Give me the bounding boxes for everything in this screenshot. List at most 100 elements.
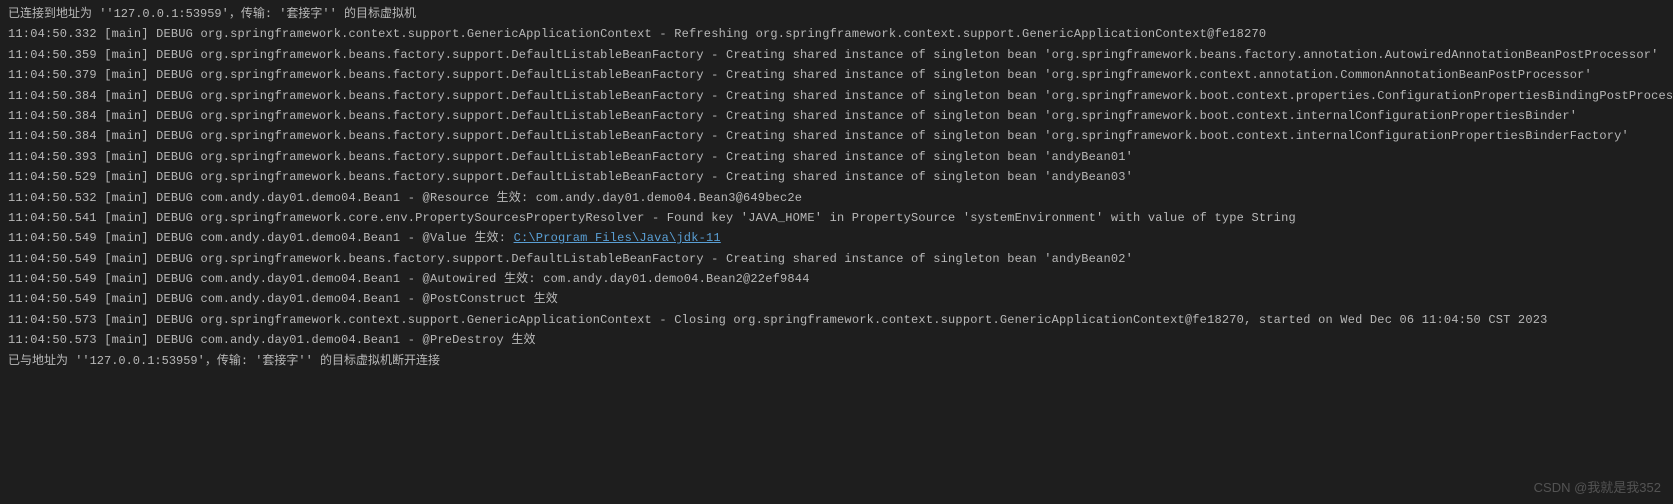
log-logger: com.andy.day01.demo04.Bean1: [200, 333, 400, 347]
log-level: DEBUG: [156, 89, 193, 103]
log-message: Creating shared instance of singleton be…: [726, 109, 1577, 123]
log-line: 11:04:50.541 [main] DEBUG org.springfram…: [8, 208, 1665, 228]
log-level: DEBUG: [156, 170, 193, 184]
log-message: Creating shared instance of singleton be…: [726, 252, 1133, 266]
log-level: DEBUG: [156, 129, 193, 143]
log-level: DEBUG: [156, 150, 193, 164]
log-thread: [main]: [104, 150, 148, 164]
log-timestamp: 11:04:50.532: [8, 191, 97, 205]
log-timestamp: 11:04:50.384: [8, 89, 97, 103]
log-thread: [main]: [104, 27, 148, 41]
log-thread: [main]: [104, 48, 148, 62]
log-line: 11:04:50.384 [main] DEBUG org.springfram…: [8, 106, 1665, 126]
log-thread: [main]: [104, 129, 148, 143]
log-message: @PostConstruct 生效: [423, 292, 558, 306]
log-level: DEBUG: [156, 68, 193, 82]
log-line: 11:04:50.573 [main] DEBUG org.springfram…: [8, 310, 1665, 330]
log-thread: [main]: [104, 292, 148, 306]
log-timestamp: 11:04:50.549: [8, 272, 97, 286]
log-logger: org.springframework.beans.factory.suppor…: [200, 150, 703, 164]
log-thread: [main]: [104, 313, 148, 327]
log-logger: org.springframework.context.support.Gene…: [200, 27, 651, 41]
log-logger: org.springframework.beans.factory.suppor…: [200, 48, 703, 62]
log-thread: [main]: [104, 191, 148, 205]
log-logger: com.andy.day01.demo04.Bean1: [200, 231, 400, 245]
log-logger: org.springframework.beans.factory.suppor…: [200, 129, 703, 143]
log-line: 11:04:50.379 [main] DEBUG org.springfram…: [8, 65, 1665, 85]
log-line: 11:04:50.532 [main] DEBUG com.andy.day01…: [8, 188, 1665, 208]
log-timestamp: 11:04:50.384: [8, 109, 97, 123]
log-thread: [main]: [104, 89, 148, 103]
log-file-link[interactable]: C:\Program Files\Java\jdk-11: [514, 231, 721, 245]
log-logger: org.springframework.beans.factory.suppor…: [200, 109, 703, 123]
log-message: @Autowired 生效: com.andy.day01.demo04.Bea…: [423, 272, 810, 286]
log-level: DEBUG: [156, 313, 193, 327]
log-logger: org.springframework.beans.factory.suppor…: [200, 68, 703, 82]
log-thread: [main]: [104, 68, 148, 82]
log-logger: org.springframework.beans.factory.suppor…: [200, 170, 703, 184]
connection-status-disconnected: 已与地址为 ''127.0.0.1:53959'，传输: '套接字'' 的目标虚…: [8, 351, 1665, 371]
log-logger: org.springframework.context.support.Gene…: [200, 313, 651, 327]
log-logger: com.andy.day01.demo04.Bean1: [200, 272, 400, 286]
log-line: 11:04:50.393 [main] DEBUG org.springfram…: [8, 147, 1665, 167]
log-message-prefix: @Value 生效:: [423, 231, 514, 245]
log-message: Creating shared instance of singleton be…: [726, 129, 1629, 143]
watermark-text: CSDN @我就是我352: [1534, 480, 1661, 496]
log-timestamp: 11:04:50.541: [8, 211, 97, 225]
log-line: 11:04:50.549 [main] DEBUG com.andy.day01…: [8, 228, 1665, 248]
connection-status-connected: 已连接到地址为 ''127.0.0.1:53959'，传输: '套接字'' 的目…: [8, 4, 1665, 24]
log-line: 11:04:50.549 [main] DEBUG com.andy.day01…: [8, 269, 1665, 289]
log-timestamp: 11:04:50.379: [8, 68, 97, 82]
log-level: DEBUG: [156, 252, 193, 266]
log-timestamp: 11:04:50.549: [8, 292, 97, 306]
log-logger: com.andy.day01.demo04.Bean1: [200, 292, 400, 306]
log-message: Creating shared instance of singleton be…: [726, 68, 1592, 82]
log-level: DEBUG: [156, 48, 193, 62]
log-line: 11:04:50.529 [main] DEBUG org.springfram…: [8, 167, 1665, 187]
log-thread: [main]: [104, 109, 148, 123]
log-logger: org.springframework.beans.factory.suppor…: [200, 252, 703, 266]
log-timestamp: 11:04:50.549: [8, 231, 97, 245]
log-line: 11:04:50.573 [main] DEBUG com.andy.day01…: [8, 330, 1665, 350]
log-message: Found key 'JAVA_HOME' in PropertySource …: [667, 211, 1296, 225]
log-line: 11:04:50.359 [main] DEBUG org.springfram…: [8, 45, 1665, 65]
log-thread: [main]: [104, 170, 148, 184]
log-level: DEBUG: [156, 292, 193, 306]
log-message: @Resource 生效: com.andy.day01.demo04.Bean…: [423, 191, 803, 205]
log-level: DEBUG: [156, 191, 193, 205]
log-logger: com.andy.day01.demo04.Bean1: [200, 191, 400, 205]
log-level: DEBUG: [156, 333, 193, 347]
log-thread: [main]: [104, 231, 148, 245]
log-line: 11:04:50.384 [main] DEBUG org.springfram…: [8, 86, 1665, 106]
log-level: DEBUG: [156, 231, 193, 245]
log-message: Closing org.springframework.context.supp…: [674, 313, 1547, 327]
log-message: Refreshing org.springframework.context.s…: [674, 27, 1266, 41]
log-timestamp: 11:04:50.384: [8, 129, 97, 143]
log-timestamp: 11:04:50.573: [8, 313, 97, 327]
log-logger: org.springframework.core.env.PropertySou…: [200, 211, 644, 225]
log-message: Creating shared instance of singleton be…: [726, 170, 1133, 184]
log-message: @PreDestroy 生效: [423, 333, 536, 347]
log-level: DEBUG: [156, 27, 193, 41]
log-line: 11:04:50.549 [main] DEBUG org.springfram…: [8, 249, 1665, 269]
log-message: Creating shared instance of singleton be…: [726, 48, 1659, 62]
log-thread: [main]: [104, 272, 148, 286]
log-timestamp: 11:04:50.549: [8, 252, 97, 266]
log-timestamp: 11:04:50.332: [8, 27, 97, 41]
log-timestamp: 11:04:50.393: [8, 150, 97, 164]
log-message: Creating shared instance of singleton be…: [726, 150, 1133, 164]
log-line: 11:04:50.384 [main] DEBUG org.springfram…: [8, 126, 1665, 146]
log-line: 11:04:50.549 [main] DEBUG com.andy.day01…: [8, 289, 1665, 309]
log-thread: [main]: [104, 333, 148, 347]
log-level: DEBUG: [156, 109, 193, 123]
log-timestamp: 11:04:50.529: [8, 170, 97, 184]
log-logger: org.springframework.beans.factory.suppor…: [200, 89, 703, 103]
log-timestamp: 11:04:50.573: [8, 333, 97, 347]
log-level: DEBUG: [156, 272, 193, 286]
log-level: DEBUG: [156, 211, 193, 225]
log-message: Creating shared instance of singleton be…: [726, 89, 1673, 103]
log-line: 11:04:50.332 [main] DEBUG org.springfram…: [8, 24, 1665, 44]
log-output-container: 11:04:50.332 [main] DEBUG org.springfram…: [8, 24, 1665, 350]
log-thread: [main]: [104, 211, 148, 225]
log-thread: [main]: [104, 252, 148, 266]
